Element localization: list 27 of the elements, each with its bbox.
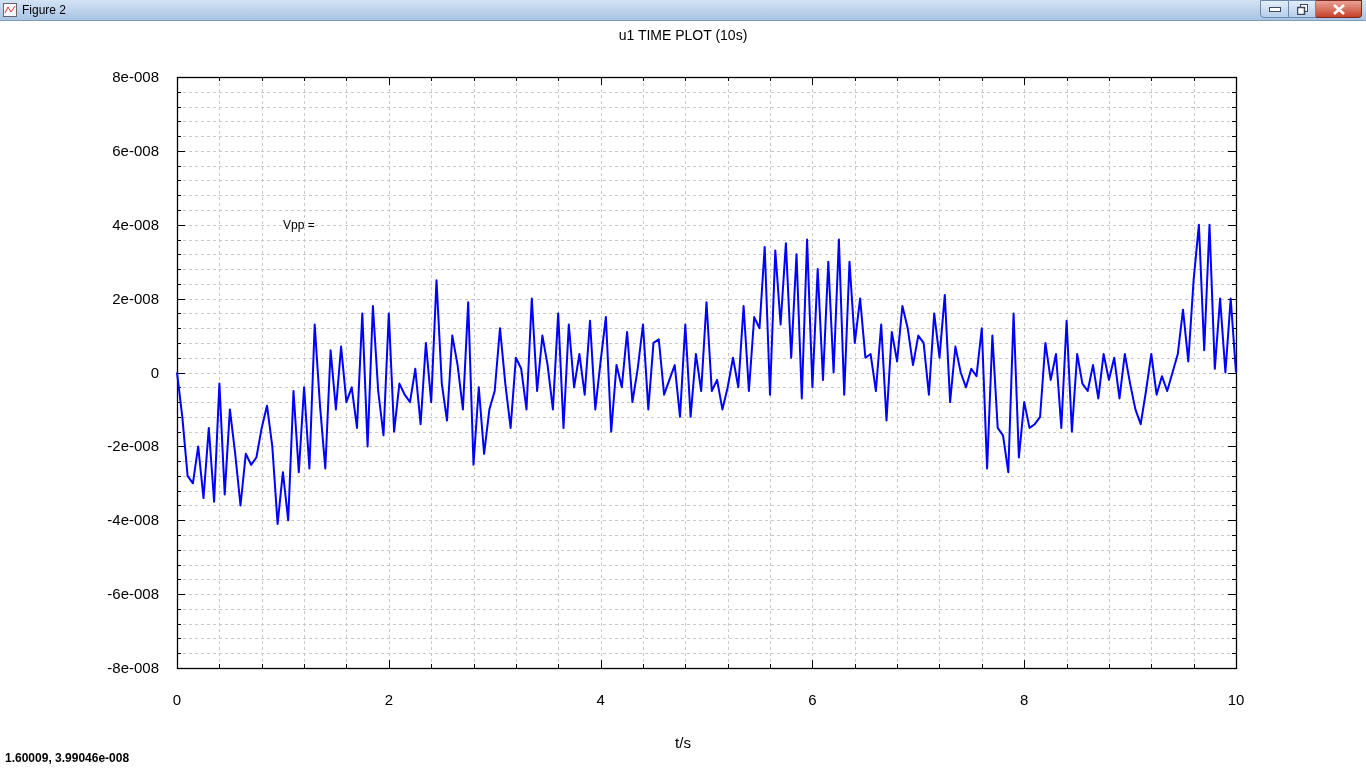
cursor-coordinates: 1.60009, 3.99046e-008 [5, 751, 130, 765]
tick-label: -4e-008 [107, 511, 159, 529]
window-title: Figure 2 [22, 2, 67, 19]
tick-label: 0 [150, 363, 159, 381]
tick-label: 4 [596, 691, 605, 708]
minimize-icon [1268, 6, 1281, 12]
tick-label: 2 [384, 691, 393, 708]
axis-title: t/s [675, 734, 691, 751]
tick-label: 8e-008 [112, 68, 159, 85]
tick-label: -6e-008 [107, 585, 159, 603]
restore-button[interactable] [1289, 0, 1316, 18]
tick-label: 0 [172, 691, 182, 708]
chart-app-icon [3, 3, 17, 17]
tick-label: 6 [808, 691, 817, 708]
restore-icon [1296, 3, 1308, 15]
tick-label: 4e-008 [112, 215, 159, 233]
tick-label: -2e-008 [107, 437, 159, 455]
tick-label: 6e-008 [112, 141, 159, 159]
tick-label: 8 [1020, 691, 1029, 708]
close-icon [1331, 3, 1346, 15]
annotation-text: Vpp = [283, 218, 315, 232]
tick-label: 10 [1227, 691, 1245, 708]
tick-label: 2e-008 [112, 289, 159, 307]
minimize-button[interactable] [1260, 0, 1289, 18]
close-button[interactable] [1316, 0, 1362, 18]
chart-title: u1 TIME PLOT (10s) [618, 27, 748, 43]
tick-label: -8e-008 [107, 659, 159, 676]
